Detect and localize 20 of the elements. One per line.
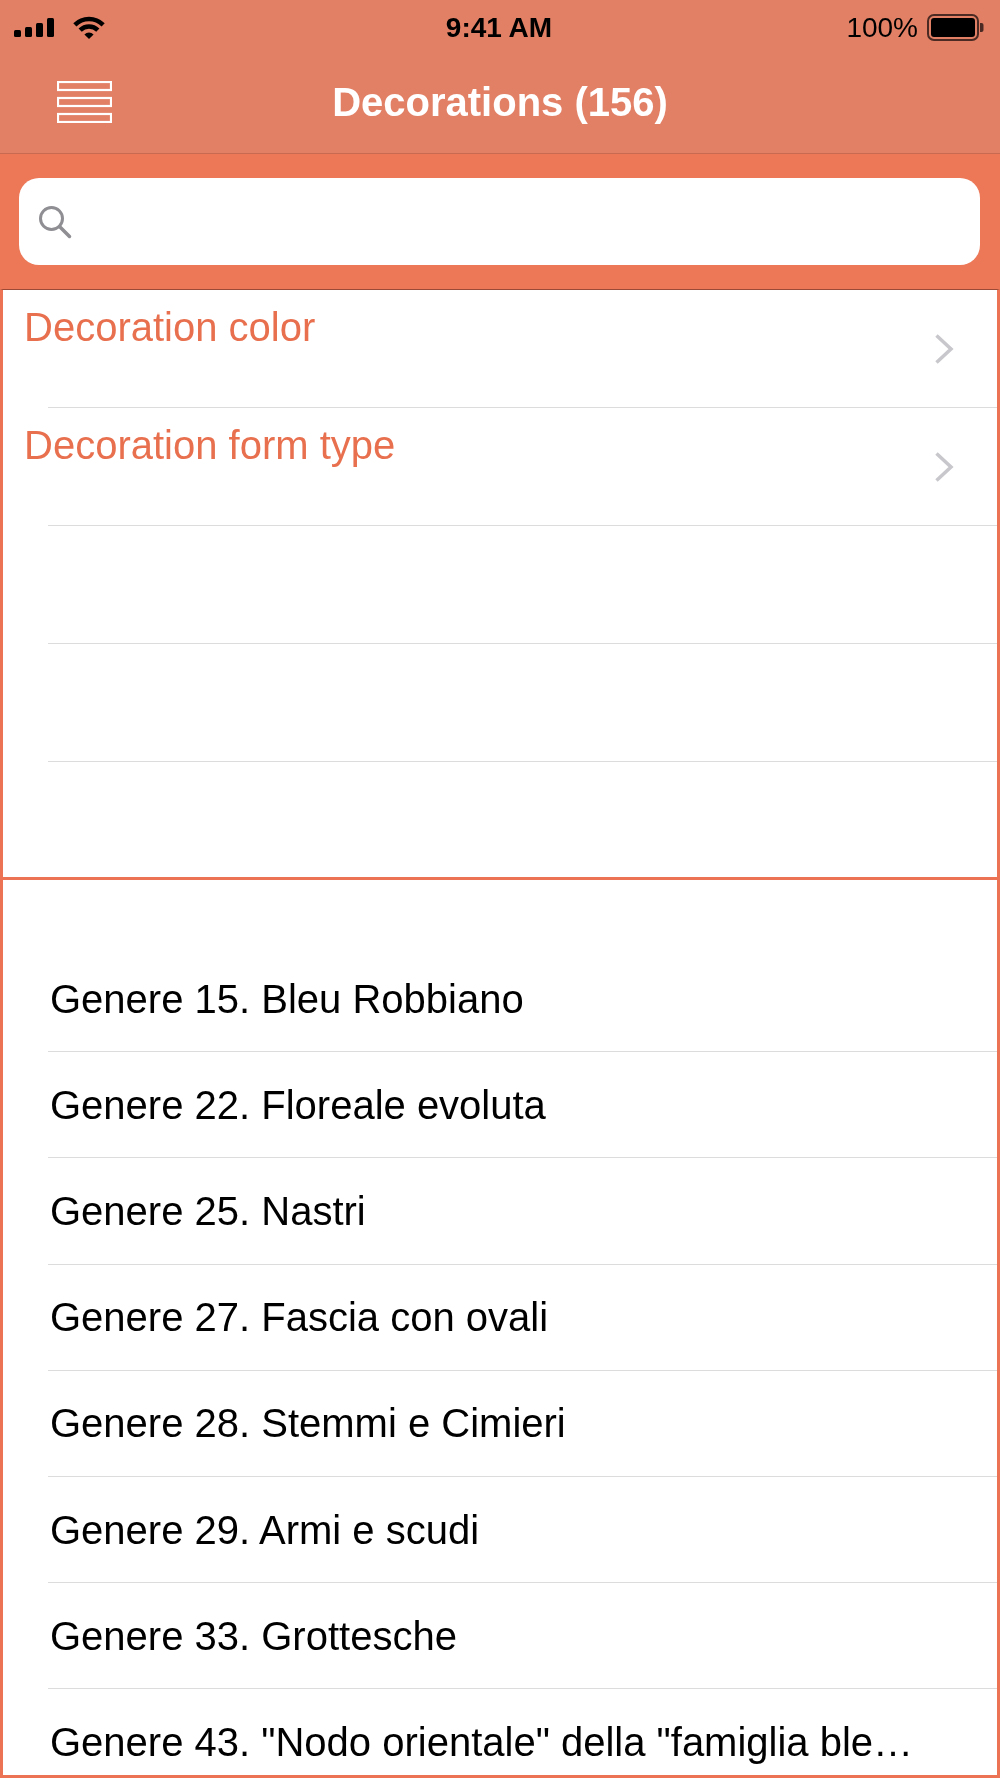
nav-title: Decorations (156) [332, 79, 668, 125]
list-item[interactable]: Genere 28. Stemmi e Cimieri [48, 1370, 997, 1477]
menu-button[interactable] [55, 79, 114, 125]
menu-icon [57, 81, 112, 123]
list-item[interactable]: Genere 33. Grottesche [48, 1583, 997, 1690]
battery-percent: 100% [846, 11, 918, 44]
list-item[interactable]: Genere 25. Nastri [48, 1158, 997, 1265]
list-item[interactable]: Genere 22. Floreale evoluta [48, 1052, 997, 1159]
signal-icon [14, 18, 54, 37]
chevron-icon [934, 451, 954, 483]
search-field[interactable] [19, 178, 980, 265]
wifi-icon [71, 14, 107, 39]
search-icon [38, 204, 72, 239]
list-item[interactable]: Genere 15. Bleu Robbiano [48, 946, 997, 1053]
status-time: 9:41 AM [445, 11, 553, 44]
list-item[interactable]: Genere 43. "Nodo orientale" della "famiglia ble… [48, 1689, 997, 1775]
battery-icon [927, 14, 984, 41]
chevron-icon [934, 333, 954, 365]
list-item[interactable]: Genere 29. Armi e scudi [48, 1476, 997, 1584]
list-item[interactable]: Genere 27. Fascia con ovali [48, 1264, 997, 1371]
